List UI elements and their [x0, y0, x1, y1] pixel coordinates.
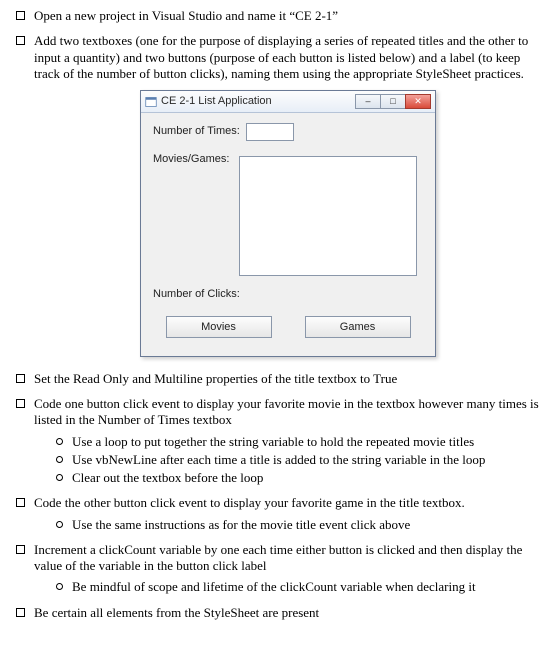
sub-item: Use vbNewLine after each time a title is…	[56, 452, 542, 468]
clicks-row: Number of Clicks:	[153, 288, 423, 302]
close-icon: ✕	[414, 97, 422, 106]
clicks-label: Number of Clicks:	[153, 288, 240, 302]
app-body: Number of Times: Movies/Games: Number of…	[141, 113, 435, 356]
times-row: Number of Times:	[153, 123, 423, 141]
movies-button[interactable]: Movies	[166, 316, 272, 338]
times-label: Number of Times:	[153, 125, 240, 139]
titles-textbox[interactable]	[239, 156, 417, 276]
times-input[interactable]	[246, 123, 294, 141]
sub-text: Use the same instructions as for the mov…	[72, 517, 410, 532]
close-button[interactable]: ✕	[405, 94, 431, 109]
bullet-text: Open a new project in Visual Studio and …	[34, 8, 338, 23]
window-title: CE 2-1 List Application	[161, 95, 356, 109]
titlebar: CE 2-1 List Application – □ ✕	[141, 91, 435, 113]
movies-row: Movies/Games:	[153, 153, 423, 276]
sub-item: Use a loop to put together the string va…	[56, 434, 542, 450]
sub-item: Be mindful of scope and lifetime of the …	[56, 579, 542, 595]
movies-label: Movies/Games:	[153, 153, 229, 167]
minimize-icon: –	[365, 97, 370, 106]
bullet-text: Set the Read Only and Multiline properti…	[34, 371, 397, 386]
sub-text: Use vbNewLine after each time a title is…	[72, 452, 485, 467]
movies-button-label: Movies	[201, 321, 236, 333]
minimize-button[interactable]: –	[355, 94, 381, 109]
bullet-text: Code one button click event to display y…	[34, 396, 539, 427]
sub-list: Be mindful of scope and lifetime of the …	[56, 579, 542, 595]
bullet-item: Increment a clickCount variable by one e…	[14, 542, 542, 596]
app-window: CE 2-1 List Application – □ ✕ Number of …	[140, 90, 436, 357]
bullet-item: Code one button click event to display y…	[14, 396, 542, 486]
bullet-item: Set the Read Only and Multiline properti…	[14, 371, 542, 387]
bullet-item: Add two textboxes (one for the purpose o…	[14, 33, 542, 357]
bullet-text: Code the other button click event to dis…	[34, 495, 465, 510]
instruction-list: Open a new project in Visual Studio and …	[14, 8, 542, 621]
bullet-item: Be certain all elements from the StyleSh…	[14, 605, 542, 621]
sub-text: Clear out the textbox before the loop	[72, 470, 263, 485]
app-screenshot: CE 2-1 List Application – □ ✕ Number of …	[34, 90, 542, 357]
app-icon	[145, 96, 157, 108]
sub-list: Use the same instructions as for the mov…	[56, 517, 542, 533]
bullet-text: Be certain all elements from the StyleSh…	[34, 605, 319, 620]
games-button-label: Games	[340, 321, 375, 333]
games-button[interactable]: Games	[305, 316, 411, 338]
maximize-button[interactable]: □	[380, 94, 406, 109]
bullet-item: Open a new project in Visual Studio and …	[14, 8, 542, 24]
bullet-item: Code the other button click event to dis…	[14, 495, 542, 533]
bullet-text: Add two textboxes (one for the purpose o…	[34, 33, 528, 81]
sub-item: Clear out the textbox before the loop	[56, 470, 542, 486]
window-controls: – □ ✕	[356, 94, 431, 109]
sub-item: Use the same instructions as for the mov…	[56, 517, 542, 533]
sub-text: Use a loop to put together the string va…	[72, 434, 474, 449]
button-row: Movies Games	[153, 316, 423, 342]
sub-text: Be mindful of scope and lifetime of the …	[72, 579, 476, 594]
maximize-icon: □	[390, 97, 395, 106]
bullet-text: Increment a clickCount variable by one e…	[34, 542, 522, 573]
sub-list: Use a loop to put together the string va…	[56, 434, 542, 487]
